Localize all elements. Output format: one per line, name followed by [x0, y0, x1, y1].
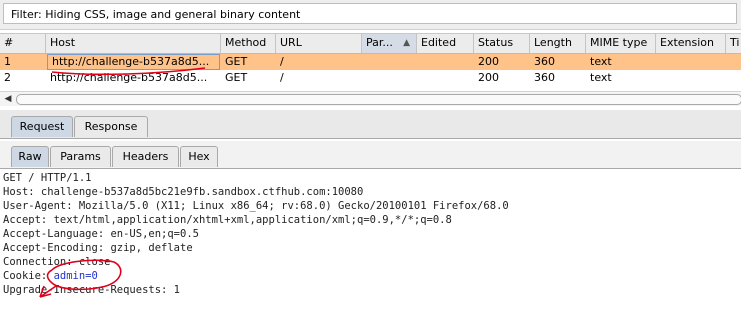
col-header-mime[interactable]: MIME type	[586, 34, 656, 53]
cell-host: http://challenge-b537a8d5...	[47, 54, 220, 70]
cell-url: /	[280, 71, 284, 84]
cell-mime: text	[590, 55, 612, 68]
cell-length: 360	[534, 71, 555, 84]
header-accept-encoding: Accept-Encoding: gzip, deflate	[3, 242, 193, 254]
cell-host: http://challenge-b537a8d5...	[50, 71, 208, 84]
horizontal-scrollbar[interactable]: ◀	[0, 91, 741, 106]
tab-response[interactable]: Response	[74, 116, 148, 137]
col-header-method[interactable]: Method	[221, 34, 276, 53]
tab-params[interactable]: Params	[50, 146, 111, 167]
table-row[interactable]: 1 http://challenge-b537a8d5... GET / 200…	[0, 54, 741, 70]
cell-number: 2	[4, 71, 11, 84]
cell-method: GET	[225, 71, 248, 84]
request-line: GET / HTTP/1.1	[3, 172, 92, 184]
tab-raw[interactable]: Raw	[11, 146, 49, 167]
header-upgrade-insecure: Upgrade-Insecure-Requests: 1	[3, 284, 181, 296]
cell-method: GET	[225, 55, 248, 68]
header-accept-language: Accept-Language: en-US,en;q=0.5	[3, 228, 199, 240]
burp-proxy-window: Filter: Hiding CSS, image and general bi…	[0, 0, 741, 321]
filter-bar: Filter: Hiding CSS, image and general bi…	[0, 0, 741, 30]
header-user-agent: User-Agent: Mozilla/5.0 (X11; Linux x86_…	[3, 200, 509, 212]
header-cookie: Cookie: admin=0	[3, 269, 98, 283]
cell-length: 360	[534, 55, 555, 68]
col-header-edited[interactable]: Edited	[417, 34, 474, 53]
table-header: # Host Method URL Par... ▲ Edited Status…	[0, 34, 741, 54]
tab-request[interactable]: Request	[11, 116, 73, 137]
cell-number: 1	[4, 55, 11, 68]
col-header-time[interactable]: Ti	[726, 34, 741, 53]
col-header-host[interactable]: Host	[46, 34, 221, 53]
header-accept: Accept: text/html,application/xhtml+xml,…	[3, 214, 452, 226]
cell-mime: text	[590, 71, 612, 84]
view-tabs: Raw Params Headers Hex	[0, 141, 741, 169]
cell-status: 200	[478, 55, 499, 68]
table-row[interactable]: 2 http://challenge-b537a8d5... GET / 200…	[0, 70, 741, 86]
col-header-params-label: Par...	[366, 36, 393, 49]
col-header-url[interactable]: URL	[276, 34, 362, 53]
header-connection: Connection: close	[3, 256, 111, 268]
tab-hex[interactable]: Hex	[180, 146, 218, 167]
col-header-params[interactable]: Par... ▲	[362, 34, 417, 53]
col-header-number[interactable]: #	[0, 34, 46, 53]
col-header-status[interactable]: Status	[474, 34, 530, 53]
filter-field[interactable]: Filter: Hiding CSS, image and general bi…	[3, 3, 737, 24]
col-header-extension[interactable]: Extension	[656, 34, 726, 53]
tab-headers[interactable]: Headers	[112, 146, 179, 167]
sort-arrow-icon: ▲	[403, 38, 410, 48]
message-tabs: Request Response	[0, 110, 741, 139]
raw-request-editor[interactable]: GET / HTTP/1.1 Host: challenge-b537a8d5b…	[0, 171, 741, 321]
scrollbar-thumb[interactable]	[16, 94, 741, 105]
scroll-left-icon[interactable]: ◀	[2, 93, 14, 105]
history-table: # Host Method URL Par... ▲ Edited Status…	[0, 33, 741, 106]
cookie-key: Cookie:	[3, 270, 54, 282]
filter-text: Filter: Hiding CSS, image and general bi…	[11, 8, 301, 21]
cookie-value: admin=0	[53, 270, 98, 282]
header-host: Host: challenge-b537a8d5bc21e9fb.sandbox…	[3, 186, 364, 198]
cell-url: /	[280, 55, 284, 68]
col-header-length[interactable]: Length	[530, 34, 586, 53]
cell-status: 200	[478, 71, 499, 84]
